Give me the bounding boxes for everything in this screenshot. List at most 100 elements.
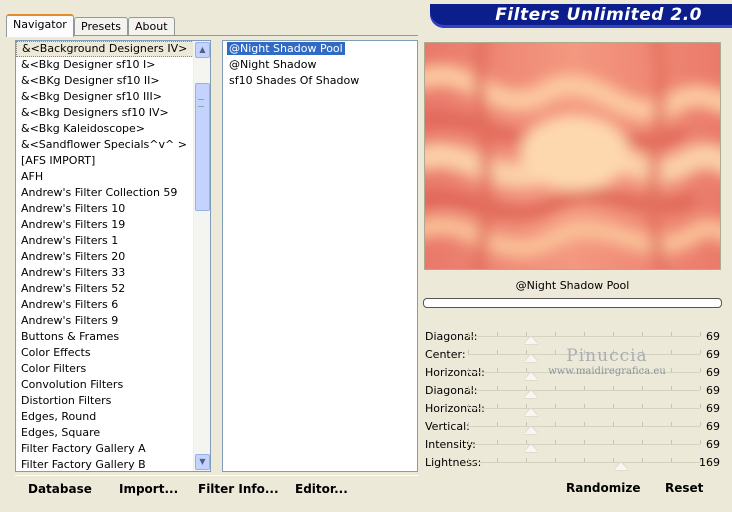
slider-value: 69	[706, 348, 720, 361]
tab-navigator[interactable]: Navigator	[6, 14, 74, 37]
slider-row: Vertical: 69	[422, 418, 724, 436]
slider-tick	[700, 386, 701, 390]
category-item[interactable]: AFH	[16, 169, 194, 185]
category-item[interactable]: Edges, Round	[16, 409, 194, 425]
slider-tick	[642, 422, 643, 426]
slider-row: Intensity: 69	[422, 436, 724, 454]
slider-tick	[642, 368, 643, 372]
scroll-down-button[interactable]: ▼	[195, 454, 210, 470]
slider-tick	[613, 404, 614, 408]
slider-tick	[468, 386, 469, 390]
slider-tick	[555, 332, 556, 336]
slider-tick	[555, 440, 556, 444]
category-item[interactable]: Edges, Square	[16, 425, 194, 441]
preview-render	[425, 43, 720, 269]
slider-tick	[613, 350, 614, 354]
category-item[interactable]: Distortion Filters	[16, 393, 194, 409]
category-item[interactable]: Andrew's Filters 20	[16, 249, 194, 265]
category-item[interactable]: Filter Factory Gallery B	[16, 457, 194, 471]
slider-track[interactable]	[468, 368, 701, 373]
slider-tick	[584, 332, 585, 336]
slider-row: Horizontal: 69	[422, 364, 724, 382]
slider-thumb[interactable]	[523, 390, 538, 398]
slider-track[interactable]	[468, 422, 701, 427]
category-item[interactable]: Andrew's Filter Collection 59	[16, 185, 194, 201]
filter-item[interactable]: sf10 Shades Of Shadow	[223, 73, 417, 89]
category-item[interactable]: Convolution Filters	[16, 377, 194, 393]
progress-bar	[423, 298, 722, 308]
reset-button[interactable]: Reset	[665, 481, 703, 495]
slider-tick	[584, 350, 585, 354]
slider-tick	[613, 368, 614, 372]
slider-tick	[497, 332, 498, 336]
filter-item[interactable]: @Night Shadow Pool	[223, 41, 417, 57]
slider-thumb[interactable]	[523, 426, 538, 434]
slider-track[interactable]	[468, 386, 701, 391]
slider-thumb[interactable]	[523, 372, 538, 380]
category-item[interactable]: Color Effects	[16, 345, 194, 361]
category-item[interactable]: &<Bkg Kaleidoscope>	[16, 121, 194, 137]
slider-tick	[555, 422, 556, 426]
category-item[interactable]: Color Filters	[16, 361, 194, 377]
category-item[interactable]: &<Bkg Designers sf10 IV>	[16, 105, 194, 121]
category-item[interactable]: Buttons & Frames	[16, 329, 194, 345]
slider-tick	[700, 440, 701, 444]
slider-track[interactable]	[468, 332, 701, 337]
category-item[interactable]: Andrew's Filters 52	[16, 281, 194, 297]
slider-thumb[interactable]	[614, 462, 629, 470]
slider-thumb[interactable]	[523, 444, 538, 452]
filter-info-button[interactable]: Filter Info...	[198, 482, 279, 496]
slider-tick	[671, 386, 672, 390]
slider-tick	[613, 440, 614, 444]
slider-tick	[555, 350, 556, 354]
category-item[interactable]: Andrew's Filters 33	[16, 265, 194, 281]
category-item[interactable]: &<Sandflower Specials^v^ >	[16, 137, 194, 153]
slider-tick	[497, 386, 498, 390]
category-item[interactable]: &<Background Designers IV>	[16, 41, 194, 57]
slider-tick	[497, 404, 498, 408]
category-item[interactable]: &<BKg Designer sf10 II>	[16, 73, 194, 89]
tab-about[interactable]: About	[128, 17, 175, 36]
slider-track[interactable]	[468, 440, 701, 445]
slider-track[interactable]	[468, 404, 701, 409]
category-item[interactable]: Andrew's Filters 9	[16, 313, 194, 329]
slider-tick	[497, 422, 498, 426]
slider-tick	[497, 368, 498, 372]
import-button[interactable]: Import...	[119, 482, 178, 496]
slider-tick	[671, 404, 672, 408]
scroll-up-button[interactable]: ▲	[195, 42, 210, 58]
category-list[interactable]: &<Background Designers IV> &<Bkg Designer…	[15, 40, 211, 472]
editor-button[interactable]: Editor...	[295, 482, 348, 496]
category-scrollbar[interactable]: ▲ ▼	[193, 41, 210, 471]
category-items: &<Background Designers IV> &<Bkg Designer…	[16, 41, 210, 471]
slider-track[interactable]	[468, 458, 701, 463]
database-button[interactable]: Database	[28, 482, 92, 496]
app-title: Filters Unlimited 2.0	[495, 5, 702, 25]
slider-thumb[interactable]	[523, 336, 538, 344]
category-item[interactable]: Filter Factory Gallery A	[16, 441, 194, 457]
slider-row: Diagonal: 69	[422, 382, 724, 400]
filter-item[interactable]: @Night Shadow	[223, 57, 417, 73]
slider-track[interactable]	[468, 350, 701, 355]
category-item[interactable]: [AFS IMPORT]	[16, 153, 194, 169]
category-item[interactable]: Andrew's Filters 6	[16, 297, 194, 313]
slider-tick	[468, 350, 469, 354]
category-item[interactable]: &<Bkg Designer sf10 I>	[16, 57, 194, 73]
filter-item-label: @Night Shadow	[229, 58, 317, 71]
slider-tick	[642, 440, 643, 444]
category-item[interactable]: Andrew's Filters 1	[16, 233, 194, 249]
slider-tick	[468, 422, 469, 426]
slider-tick	[526, 458, 527, 462]
category-item[interactable]: Andrew's Filters 19	[16, 217, 194, 233]
category-item[interactable]: &<Bkg Designer sf10 III>	[16, 89, 194, 105]
tab-presets[interactable]: Presets	[74, 17, 129, 36]
randomize-button[interactable]: Randomize	[566, 481, 640, 495]
slider-thumb[interactable]	[523, 408, 538, 416]
category-item[interactable]: Andrew's Filters 10	[16, 201, 194, 217]
slider-tick	[468, 404, 469, 408]
slider-label: Vertical:	[425, 420, 470, 433]
slider-tick	[613, 386, 614, 390]
slider-thumb[interactable]	[523, 354, 538, 362]
slider-tick	[642, 332, 643, 336]
filter-list[interactable]: @Night Shadow Pool @Night Shadow sf10 Shad…	[222, 40, 418, 472]
